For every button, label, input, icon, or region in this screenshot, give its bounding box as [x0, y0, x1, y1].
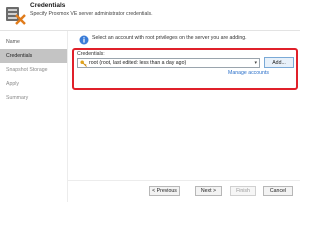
credentials-label: Credentials: — [77, 51, 105, 57]
previous-button[interactable]: < Previous — [149, 186, 180, 196]
wizard-main-panel: Select an account with root privileges o… — [68, 31, 300, 202]
sidebar-item-apply: Apply — [6, 81, 19, 87]
page-subtitle: Specify Proxmox VE server administrator … — [30, 11, 153, 17]
wizard-steps-sidebar: Name Credentials Snapshot Storage Apply … — [0, 31, 68, 202]
chevron-down-icon[interactable]: ▾ — [254, 60, 257, 67]
page-title: Credentials — [30, 2, 66, 9]
info-text: Select an account with root privileges o… — [92, 35, 247, 41]
cancel-button[interactable]: Cancel — [263, 186, 293, 196]
wizard-header: Credentials Specify Proxmox VE server ad… — [0, 0, 300, 31]
credentials-dropdown[interactable]: root (root, last edited: less than a day… — [77, 58, 260, 68]
info-icon — [79, 35, 89, 45]
add-credentials-button[interactable]: Add... — [264, 57, 294, 68]
sidebar-item-credentials[interactable]: Credentials — [0, 49, 67, 63]
finish-button: Finish — [230, 186, 256, 196]
sidebar-item-name[interactable]: Name — [0, 35, 67, 49]
credentials-selected-value: root (root, last edited: less than a day… — [89, 60, 187, 66]
footer-divider — [68, 180, 300, 181]
next-button[interactable]: Next > — [195, 186, 222, 196]
sidebar-item-summary: Summary — [6, 95, 29, 101]
sidebar-item-snapshot-storage: Snapshot Storage — [6, 67, 48, 73]
credentials-group: Credentials: root (root, last edited: le… — [72, 48, 298, 90]
manage-accounts-link[interactable]: Manage accounts — [228, 70, 269, 76]
key-icon — [80, 60, 87, 67]
server-credentials-icon — [6, 7, 26, 25]
